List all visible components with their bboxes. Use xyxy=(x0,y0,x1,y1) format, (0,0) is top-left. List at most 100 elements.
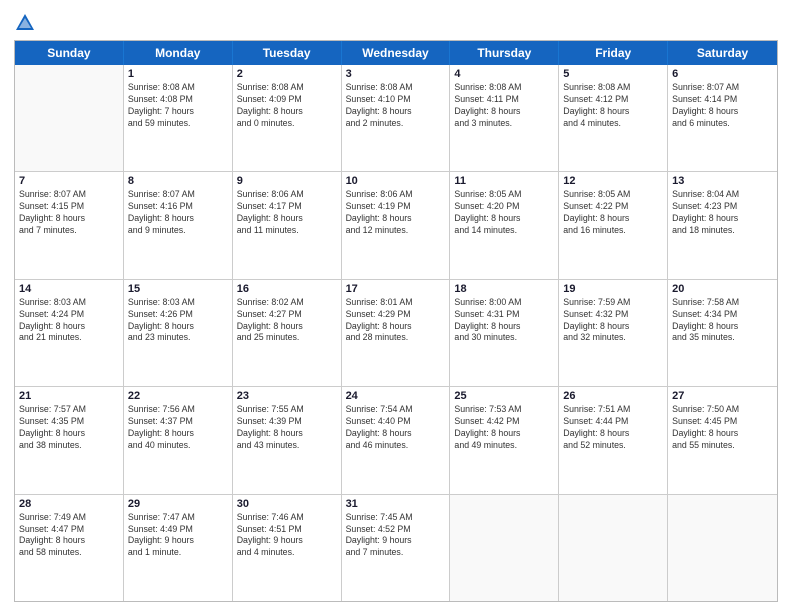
calendar-cell: 30 Sunrise: 7:46 AMSunset: 4:51 PMDayligh… xyxy=(233,495,342,601)
calendar-header: SundayMondayTuesdayWednesdayThursdayFrid… xyxy=(15,41,777,65)
day-number: 9 xyxy=(237,175,337,187)
calendar-cell: 26Sunrise: 7:51 AMSunset: 4:44 PMDayligh… xyxy=(559,387,668,493)
header-day: Friday xyxy=(559,41,668,65)
day-info: Sunrise: 8:07 AMSunset: 4:15 PMDaylight:… xyxy=(19,189,119,237)
day-number: 12 xyxy=(563,175,663,187)
day-info: Sunrise: 8:04 AMSunset: 4:23 PMDaylight:… xyxy=(672,189,773,237)
logo xyxy=(14,14,40,34)
day-info: Sunrise: 7:46 AMSunset: 4:51 PMDaylight:… xyxy=(237,512,337,560)
calendar-cell: 1 Sunrise: 8:08 AMSunset: 4:08 PMDaylight… xyxy=(124,65,233,171)
day-info: Sunrise: 8:08 AMSunset: 4:10 PMDaylight:… xyxy=(346,82,446,130)
calendar-cell: 10Sunrise: 8:06 AMSunset: 4:19 PMDayligh… xyxy=(342,172,451,278)
calendar-cell: 27 Sunrise: 7:50 AMSunset: 4:45 PMDayligh… xyxy=(668,387,777,493)
calendar-cell: 28 Sunrise: 7:49 AMSunset: 4:47 PMDayligh… xyxy=(15,495,124,601)
calendar-cell: 16Sunrise: 8:02 AMSunset: 4:27 PMDayligh… xyxy=(233,280,342,386)
day-number: 31 xyxy=(346,498,446,510)
day-info: Sunrise: 8:06 AMSunset: 4:19 PMDaylight:… xyxy=(346,189,446,237)
day-number: 4 xyxy=(454,68,554,80)
day-info: Sunrise: 8:03 AMSunset: 4:24 PMDaylight:… xyxy=(19,297,119,345)
calendar-row: 14 Sunrise: 8:03 AMSunset: 4:24 PMDayligh… xyxy=(15,280,777,387)
day-info: Sunrise: 7:45 AMSunset: 4:52 PMDaylight:… xyxy=(346,512,446,560)
calendar-cell: 23 Sunrise: 7:55 AMSunset: 4:39 PMDayligh… xyxy=(233,387,342,493)
day-number: 15 xyxy=(128,283,228,295)
header-day: Wednesday xyxy=(342,41,451,65)
calendar-cell: 25Sunrise: 7:53 AMSunset: 4:42 PMDayligh… xyxy=(450,387,559,493)
day-number: 19 xyxy=(563,283,663,295)
day-info: Sunrise: 7:58 AMSunset: 4:34 PMDaylight:… xyxy=(672,297,773,345)
calendar-cell: 7 Sunrise: 8:07 AMSunset: 4:15 PMDaylight… xyxy=(15,172,124,278)
day-info: Sunrise: 7:59 AMSunset: 4:32 PMDaylight:… xyxy=(563,297,663,345)
header-day: Thursday xyxy=(450,41,559,65)
calendar-cell: 20 Sunrise: 7:58 AMSunset: 4:34 PMDayligh… xyxy=(668,280,777,386)
day-info: Sunrise: 8:07 AMSunset: 4:14 PMDaylight:… xyxy=(672,82,773,130)
day-number: 28 xyxy=(19,498,119,510)
calendar-cell xyxy=(668,495,777,601)
day-info: Sunrise: 7:50 AMSunset: 4:45 PMDaylight:… xyxy=(672,404,773,452)
calendar-cell: 4 Sunrise: 8:08 AMSunset: 4:11 PMDaylight… xyxy=(450,65,559,171)
day-number: 29 xyxy=(128,498,228,510)
calendar-row: 7 Sunrise: 8:07 AMSunset: 4:15 PMDaylight… xyxy=(15,172,777,279)
day-info: Sunrise: 8:08 AMSunset: 4:08 PMDaylight:… xyxy=(128,82,228,130)
calendar-cell: 15Sunrise: 8:03 AMSunset: 4:26 PMDayligh… xyxy=(124,280,233,386)
day-info: Sunrise: 8:08 AMSunset: 4:11 PMDaylight:… xyxy=(454,82,554,130)
calendar-cell: 12 Sunrise: 8:05 AMSunset: 4:22 PMDayligh… xyxy=(559,172,668,278)
day-info: Sunrise: 7:54 AMSunset: 4:40 PMDaylight:… xyxy=(346,404,446,452)
day-info: Sunrise: 8:08 AMSunset: 4:09 PMDaylight:… xyxy=(237,82,337,130)
calendar-cell: 31 Sunrise: 7:45 AMSunset: 4:52 PMDayligh… xyxy=(342,495,451,601)
day-number: 14 xyxy=(19,283,119,295)
calendar-cell xyxy=(450,495,559,601)
day-info: Sunrise: 7:49 AMSunset: 4:47 PMDaylight:… xyxy=(19,512,119,560)
day-number: 8 xyxy=(128,175,228,187)
day-number: 1 xyxy=(128,68,228,80)
day-number: 2 xyxy=(237,68,337,80)
day-number: 3 xyxy=(346,68,446,80)
calendar-cell: 19 Sunrise: 7:59 AMSunset: 4:32 PMDayligh… xyxy=(559,280,668,386)
day-number: 22 xyxy=(128,390,228,402)
day-info: Sunrise: 8:05 AMSunset: 4:20 PMDaylight:… xyxy=(454,189,554,237)
day-info: Sunrise: 8:02 AMSunset: 4:27 PMDaylight:… xyxy=(237,297,337,345)
day-number: 17 xyxy=(346,283,446,295)
day-number: 18 xyxy=(454,283,554,295)
day-number: 13 xyxy=(672,175,773,187)
calendar-cell: 2 Sunrise: 8:08 AMSunset: 4:09 PMDaylight… xyxy=(233,65,342,171)
calendar-cell: 21 Sunrise: 7:57 AMSunset: 4:35 PMDayligh… xyxy=(15,387,124,493)
day-info: Sunrise: 7:47 AMSunset: 4:49 PMDaylight:… xyxy=(128,512,228,560)
logo-icon xyxy=(14,12,36,34)
day-number: 6 xyxy=(672,68,773,80)
day-info: Sunrise: 7:51 AMSunset: 4:44 PMDaylight:… xyxy=(563,404,663,452)
header-day: Tuesday xyxy=(233,41,342,65)
calendar-cell: 29 Sunrise: 7:47 AMSunset: 4:49 PMDayligh… xyxy=(124,495,233,601)
day-number: 30 xyxy=(237,498,337,510)
day-info: Sunrise: 8:07 AMSunset: 4:16 PMDaylight:… xyxy=(128,189,228,237)
calendar-cell: 11Sunrise: 8:05 AMSunset: 4:20 PMDayligh… xyxy=(450,172,559,278)
day-number: 23 xyxy=(237,390,337,402)
header-day: Sunday xyxy=(15,41,124,65)
calendar-cell: 8 Sunrise: 8:07 AMSunset: 4:16 PMDaylight… xyxy=(124,172,233,278)
day-info: Sunrise: 7:57 AMSunset: 4:35 PMDaylight:… xyxy=(19,404,119,452)
calendar-cell: 24 Sunrise: 7:54 AMSunset: 4:40 PMDayligh… xyxy=(342,387,451,493)
day-info: Sunrise: 8:05 AMSunset: 4:22 PMDaylight:… xyxy=(563,189,663,237)
day-info: Sunrise: 7:55 AMSunset: 4:39 PMDaylight:… xyxy=(237,404,337,452)
calendar-row: 28 Sunrise: 7:49 AMSunset: 4:47 PMDayligh… xyxy=(15,495,777,601)
day-number: 5 xyxy=(563,68,663,80)
calendar-cell: 13 Sunrise: 8:04 AMSunset: 4:23 PMDayligh… xyxy=(668,172,777,278)
calendar-row: 1 Sunrise: 8:08 AMSunset: 4:08 PMDaylight… xyxy=(15,65,777,172)
day-number: 7 xyxy=(19,175,119,187)
day-number: 21 xyxy=(19,390,119,402)
page-header xyxy=(14,10,778,34)
header-day: Saturday xyxy=(668,41,777,65)
calendar-cell: 17 Sunrise: 8:01 AMSunset: 4:29 PMDayligh… xyxy=(342,280,451,386)
calendar-row: 21 Sunrise: 7:57 AMSunset: 4:35 PMDayligh… xyxy=(15,387,777,494)
day-info: Sunrise: 8:08 AMSunset: 4:12 PMDaylight:… xyxy=(563,82,663,130)
day-info: Sunrise: 7:56 AMSunset: 4:37 PMDaylight:… xyxy=(128,404,228,452)
calendar-cell: 9Sunrise: 8:06 AMSunset: 4:17 PMDaylight… xyxy=(233,172,342,278)
day-info: Sunrise: 8:01 AMSunset: 4:29 PMDaylight:… xyxy=(346,297,446,345)
day-number: 27 xyxy=(672,390,773,402)
calendar-cell: 18Sunrise: 8:00 AMSunset: 4:31 PMDayligh… xyxy=(450,280,559,386)
day-number: 20 xyxy=(672,283,773,295)
calendar: SundayMondayTuesdayWednesdayThursdayFrid… xyxy=(14,40,778,602)
calendar-cell: 14 Sunrise: 8:03 AMSunset: 4:24 PMDayligh… xyxy=(15,280,124,386)
calendar-cell: 22 Sunrise: 7:56 AMSunset: 4:37 PMDayligh… xyxy=(124,387,233,493)
day-number: 24 xyxy=(346,390,446,402)
day-number: 25 xyxy=(454,390,554,402)
